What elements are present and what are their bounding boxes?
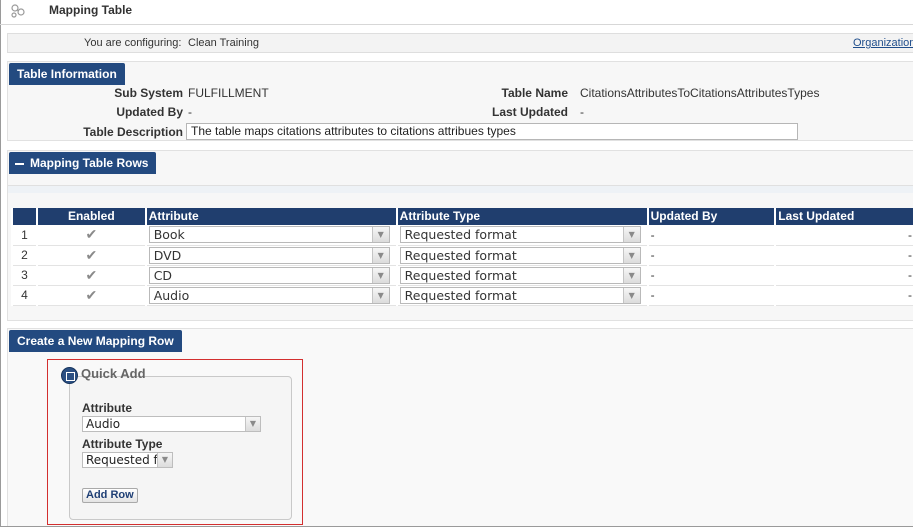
attribute-type-select-value: Requested format — [404, 247, 517, 263]
attribute-type-select-value: Requested format — [404, 227, 517, 243]
attribute-select[interactable]: CD ▼ — [148, 266, 390, 284]
updated-by-cell: - — [646, 285, 776, 306]
attribute-select[interactable]: Book ▼ — [148, 226, 390, 244]
chevron-down-icon: ▼ — [622, 287, 640, 303]
quick-add-collapse-icon[interactable] — [61, 367, 78, 384]
mapping-table-rows-section: Mapping Table Rows Enabled Attribute Att… — [7, 150, 913, 321]
chevron-down-icon: ▼ — [371, 267, 389, 283]
attribute-select[interactable]: Audio ▼ — [148, 286, 390, 304]
attribute-select-value: DVD — [153, 247, 182, 263]
mapping-table-rows-title: Mapping Table Rows — [30, 156, 149, 170]
table-row: 1 ✔ Book ▼ Requested format ▼ - - — [11, 225, 913, 246]
last-updated-cell: - — [774, 265, 913, 286]
updated-by-cell: - — [646, 225, 776, 246]
row-number: 2 — [11, 245, 37, 266]
table-name-label: Table Name — [501, 86, 568, 100]
row-number: 3 — [11, 265, 37, 286]
configuring-label: You are configuring: — [84, 37, 182, 49]
create-mapping-row-header: Create a New Mapping Row — [9, 330, 182, 352]
chevron-down-icon: ▼ — [622, 227, 640, 243]
enabled-checkmark-icon[interactable]: ✔ — [35, 265, 146, 286]
last-updated-value: - — [580, 105, 584, 119]
minus-icon — [15, 162, 24, 165]
column-header-last-updated[interactable]: Last Updated — [774, 208, 913, 225]
last-updated-label: Last Updated — [491, 105, 568, 119]
column-header-attribute-type[interactable]: Attribute Type — [395, 208, 648, 225]
updated-by-label: Updated By — [116, 105, 183, 119]
quick-add-panel: Attribute Audio ▼ Attribute Type Request… — [69, 376, 292, 520]
attribute-type-select-value: Requested format — [404, 267, 517, 283]
column-header-updated-by[interactable]: Updated By — [646, 208, 776, 225]
table-information-section: Table Information Sub System FULFILLMENT… — [7, 61, 913, 141]
table-name-value: CitationsAttributesToCitationsAttributes… — [580, 86, 820, 100]
configuring-value: Clean Training — [188, 37, 259, 49]
enabled-checkmark-icon[interactable]: ✔ — [35, 225, 146, 246]
mapping-table-rows-header[interactable]: Mapping Table Rows — [9, 152, 157, 174]
header-divider — [0, 24, 913, 25]
attribute-type-select[interactable]: Requested format ▼ — [399, 246, 641, 264]
quick-add-highlight: Attribute Audio ▼ Attribute Type Request… — [47, 359, 303, 525]
attribute-select-value: Book — [153, 227, 185, 243]
table-row: 3 ✔ CD ▼ Requested format ▼ - - — [11, 265, 913, 286]
updated-by-cell: - — [646, 265, 776, 286]
quick-add-attribute-type-label: Attribute Type — [82, 437, 163, 451]
chevron-down-icon: ▼ — [371, 287, 389, 303]
chevron-down-icon: ▼ — [371, 247, 389, 263]
quick-add-attribute-select[interactable]: Audio ▼ — [82, 416, 261, 432]
table-row: 2 ✔ DVD ▼ Requested format ▼ - - — [11, 245, 913, 266]
enabled-checkmark-icon[interactable]: ✔ — [35, 245, 146, 266]
chevron-down-icon: ▼ — [622, 247, 640, 263]
table-description-field[interactable]: The table maps citations attributes to c… — [186, 123, 798, 140]
quick-add-attribute-label: Attribute — [82, 401, 132, 415]
chevron-down-icon: ▼ — [245, 417, 260, 431]
attribute-type-select[interactable]: Requested format ▼ — [399, 226, 641, 244]
chevron-down-icon: ▼ — [157, 453, 172, 467]
table-toolbar-strip — [8, 185, 913, 193]
column-header-attribute[interactable]: Attribute — [144, 208, 397, 225]
updated-by-value: - — [188, 105, 192, 119]
sub-system-value: FULFILLMENT — [188, 86, 269, 100]
chevron-down-icon: ▼ — [371, 227, 389, 243]
quick-add-title: Quick Add — [81, 366, 146, 381]
mapping-table-icon — [11, 4, 25, 18]
chevron-down-icon: ▼ — [622, 267, 640, 283]
table-information-header: Table Information — [9, 63, 125, 85]
last-updated-cell: - — [774, 285, 913, 306]
column-header-number — [11, 208, 37, 225]
enabled-checkmark-icon[interactable]: ✔ — [35, 285, 146, 306]
attribute-type-select-value: Requested format — [404, 287, 517, 303]
attribute-select-value: CD — [153, 267, 173, 283]
table-row: 4 ✔ Audio ▼ Requested format ▼ - - — [11, 285, 913, 306]
mapping-table: Enabled Attribute Attribute Type Updated… — [11, 208, 913, 306]
attribute-select[interactable]: DVD ▼ — [148, 246, 390, 264]
attribute-type-select[interactable]: Requested format ▼ — [399, 266, 641, 284]
updated-by-cell: - — [646, 245, 776, 266]
page-title: Mapping Table — [49, 3, 133, 17]
sub-system-label: Sub System — [114, 86, 183, 100]
configuring-bar: You are configuring: Clean Training Orga… — [7, 33, 913, 53]
row-number: 4 — [11, 285, 37, 306]
attribute-select-value: Audio — [153, 287, 190, 303]
table-description-label: Table Description — [83, 125, 183, 139]
last-updated-cell: - — [774, 245, 913, 266]
quick-add-attribute-value: Audio — [86, 417, 121, 431]
row-number: 1 — [11, 225, 37, 246]
organization-link[interactable]: Organization — [853, 37, 913, 49]
create-mapping-row-section: Create a New Mapping Row Attribute Audio… — [7, 328, 913, 526]
add-row-button[interactable]: Add Row — [82, 488, 138, 503]
last-updated-cell: - — [774, 225, 913, 246]
attribute-type-select[interactable]: Requested format ▼ — [399, 286, 641, 304]
column-header-enabled[interactable]: Enabled — [35, 208, 146, 225]
quick-add-attribute-type-select[interactable]: Requested format ▼ — [82, 452, 173, 468]
table-header-row: Enabled Attribute Attribute Type Updated… — [11, 208, 913, 225]
